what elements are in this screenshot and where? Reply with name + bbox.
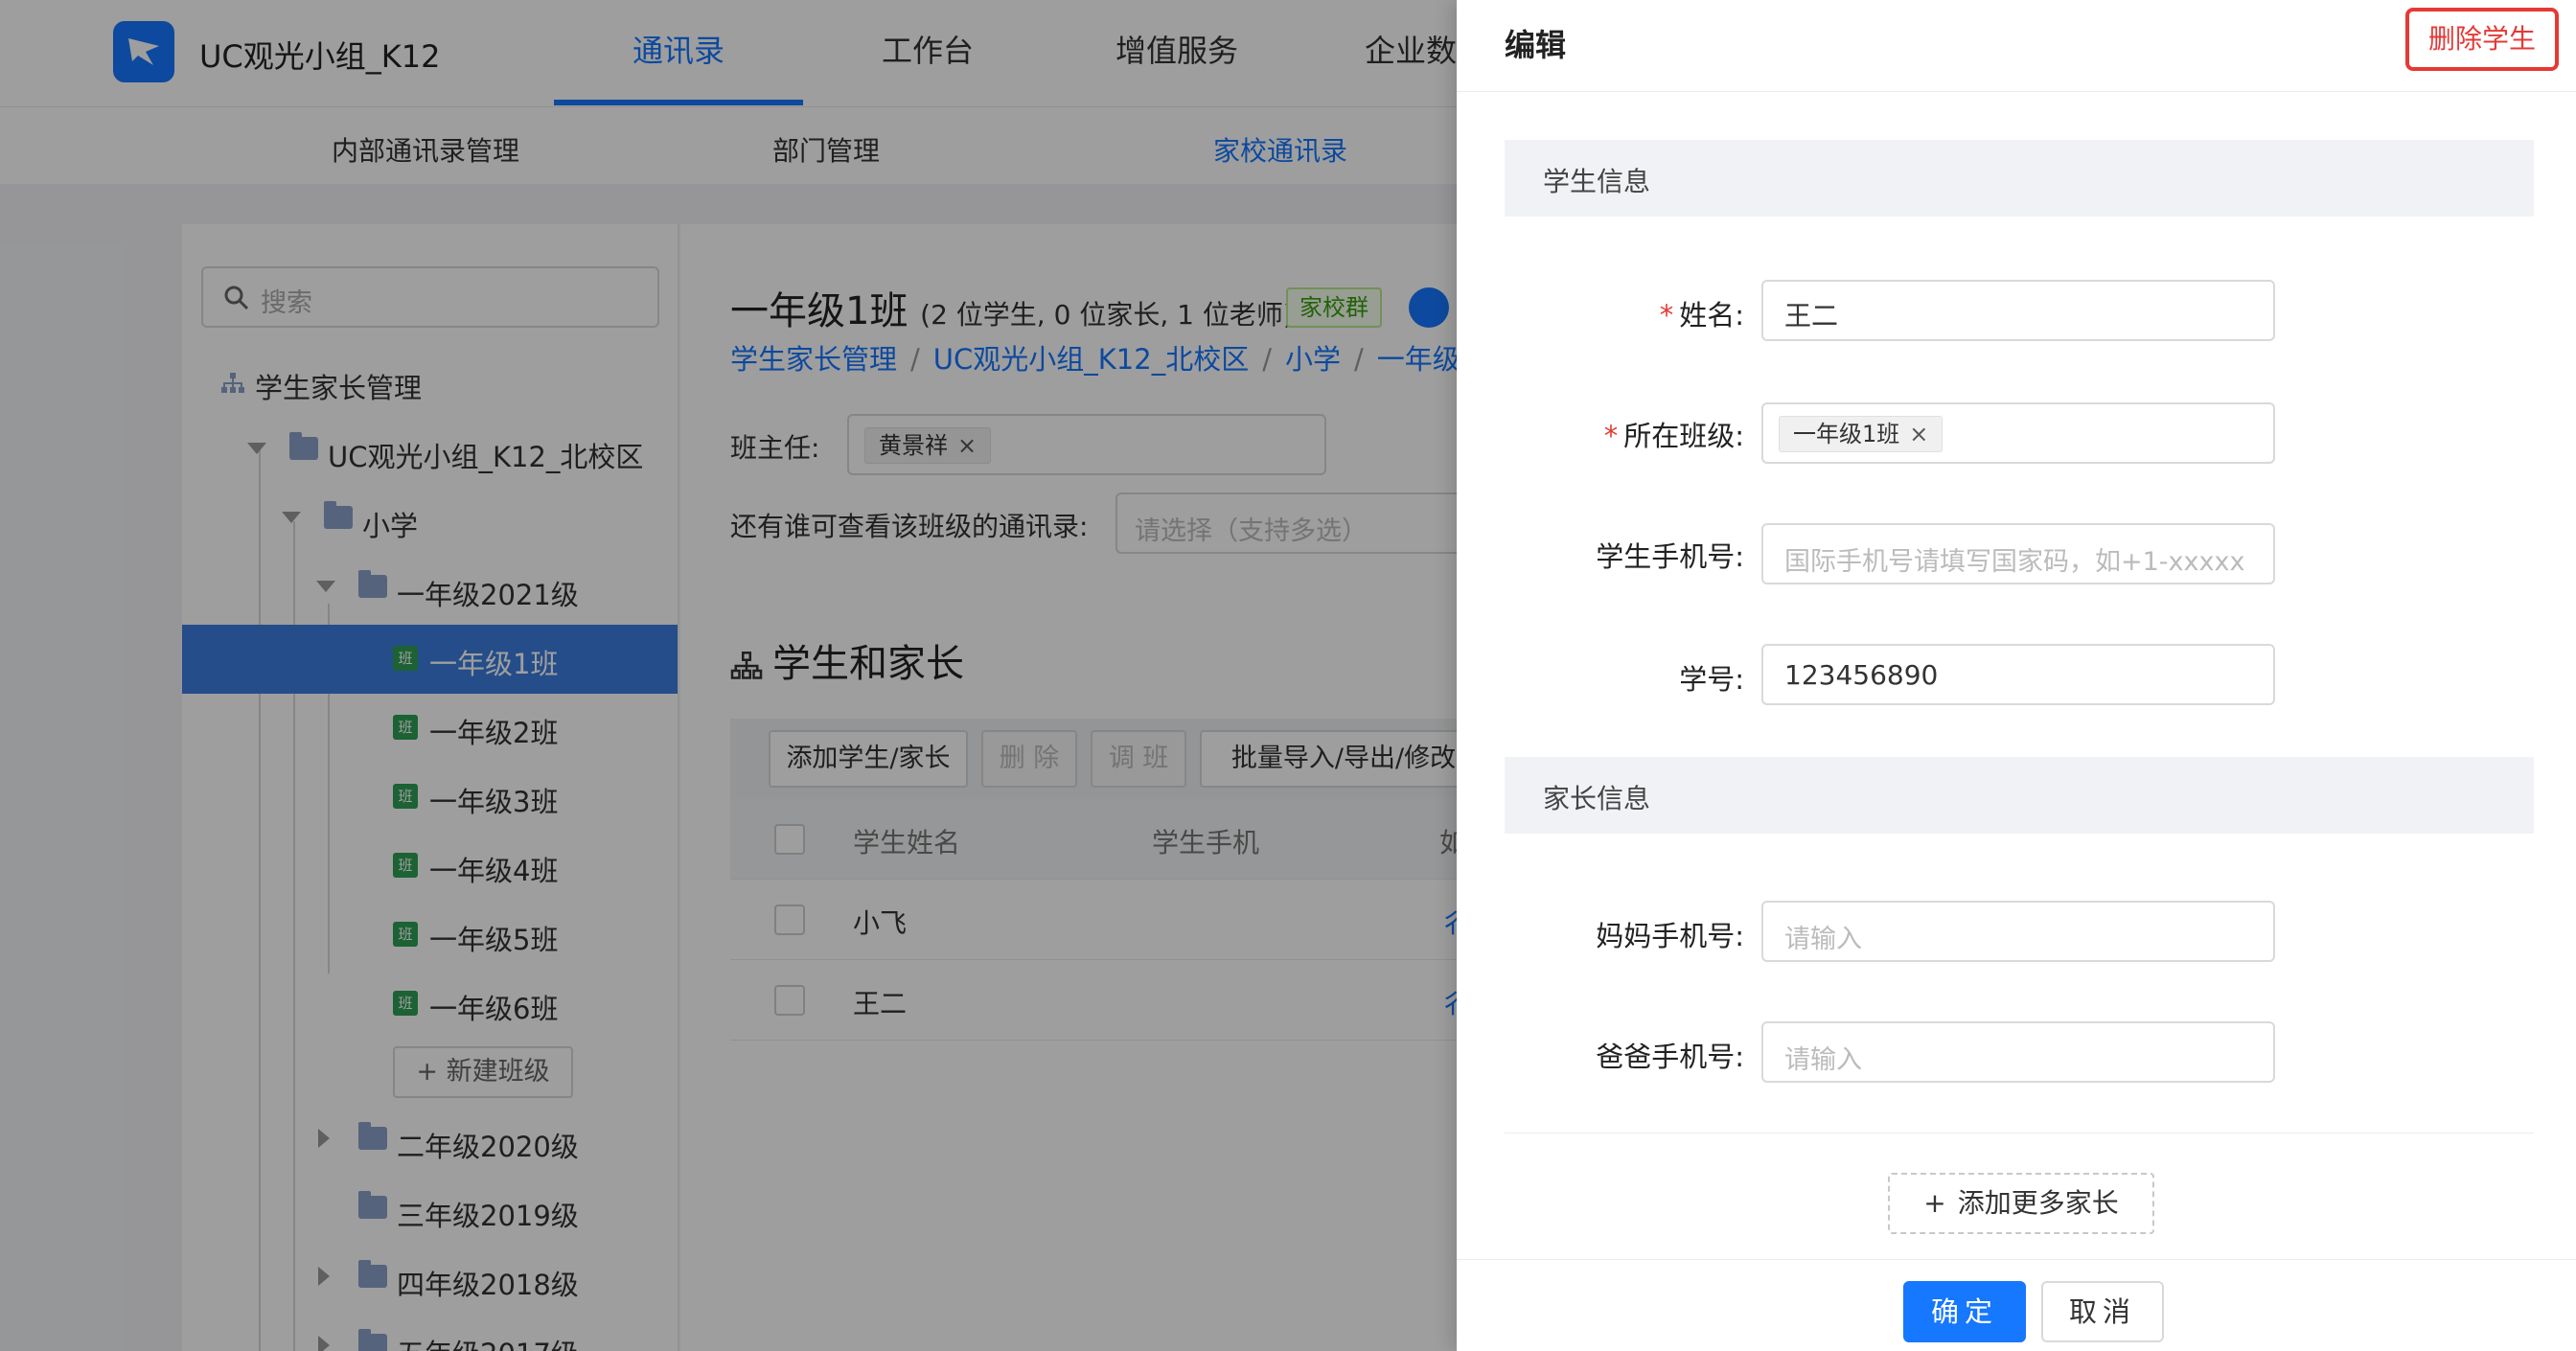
delete-student-button[interactable]: 删除学生 bbox=[2405, 8, 2559, 71]
name-input[interactable]: 王二 bbox=[1761, 280, 2275, 341]
dad-phone-label: 爸爸手机号: bbox=[1596, 1041, 1744, 1073]
class-label: * 所在班级: bbox=[1603, 420, 1744, 452]
name-value: 王二 bbox=[1784, 300, 1839, 332]
drawer-header: 编辑 删除学生 bbox=[1457, 0, 2576, 92]
student-no-value: 123456890 bbox=[1784, 659, 1939, 691]
mom-phone-label: 妈妈手机号: bbox=[1596, 920, 1744, 952]
modal-mask[interactable] bbox=[0, 0, 1457, 1351]
dad-phone-placeholder: 请输入 bbox=[1784, 1045, 1862, 1075]
dad-phone-input[interactable]: 请输入 bbox=[1761, 1021, 2275, 1083]
student-info-section: 学生信息 bbox=[1505, 140, 2534, 217]
drawer-footer: 确定 取消 bbox=[1457, 1259, 2576, 1351]
section-title: 家长信息 bbox=[1543, 783, 1651, 814]
plus-icon: + bbox=[1923, 1187, 1946, 1219]
name-label: * 姓名: bbox=[1659, 299, 1744, 332]
student-no-input[interactable]: 123456890 bbox=[1761, 644, 2275, 705]
phone-placeholder: 国际手机号请填写国家码，如+1-xxxxx bbox=[1784, 547, 2245, 577]
mom-phone-placeholder: 请输入 bbox=[1784, 925, 1862, 954]
add-more-parents-button[interactable]: + 添加更多家长 bbox=[1888, 1173, 2154, 1234]
mom-phone-input[interactable]: 请输入 bbox=[1761, 901, 2275, 962]
close-icon[interactable]: × bbox=[1909, 421, 1928, 447]
student-no-label: 学号: bbox=[1679, 663, 1744, 696]
student-phone-input[interactable]: 国际手机号请填写国家码，如+1-xxxxx bbox=[1761, 523, 2275, 584]
class-select[interactable]: 一年级1班 × bbox=[1761, 402, 2275, 464]
section-title: 学生信息 bbox=[1543, 166, 1651, 197]
class-chip: 一年级1班 × bbox=[1779, 416, 1944, 452]
parent-info-section: 家长信息 bbox=[1505, 757, 2534, 834]
drawer-title: 编辑 bbox=[1505, 27, 1567, 63]
edit-student-drawer: 编辑 删除学生 学生信息 * 姓名: 王二 * 所在班级: 一年级1班 × 学生手机号… bbox=[1457, 0, 2576, 1351]
cancel-button[interactable]: 取消 bbox=[2041, 1281, 2164, 1342]
student-phone-label: 学生手机号: bbox=[1596, 540, 1744, 573]
confirm-button[interactable]: 确定 bbox=[1903, 1281, 2026, 1342]
